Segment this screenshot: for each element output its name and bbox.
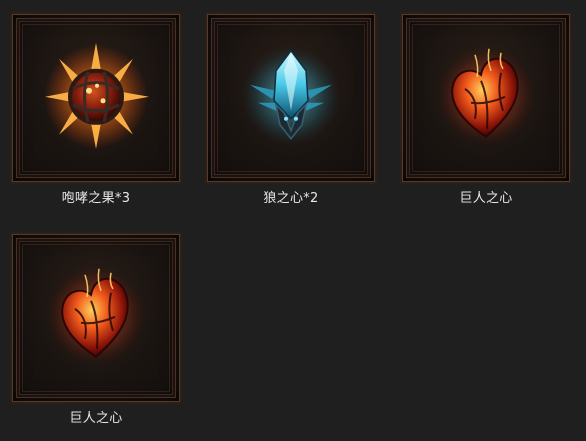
reward-label: 狼之心*2 (263, 191, 319, 206)
reward-item[interactable]: 巨人之心 (400, 12, 572, 207)
reward-item[interactable]: 咆哮之果*3 (10, 12, 182, 207)
wolf-heart-icon (241, 45, 341, 146)
reward-grid: 咆哮之果*3 狼之心*2 巨人之心 巨人之心 (0, 0, 586, 441)
reward-item[interactable]: 巨人之心 (10, 232, 182, 427)
item-frame (400, 12, 572, 184)
item-frame (10, 232, 182, 404)
roaring-fruit-icon (44, 42, 149, 149)
reward-label: 咆哮之果*3 (61, 191, 131, 206)
reward-item[interactable]: 狼之心*2 (205, 12, 377, 207)
item-frame (205, 12, 377, 184)
reward-label: 巨人之心 (459, 191, 513, 206)
giant-heart-icon (436, 45, 536, 146)
item-frame (10, 12, 182, 184)
reward-label: 巨人之心 (69, 411, 123, 426)
giant-heart-icon (46, 265, 146, 366)
